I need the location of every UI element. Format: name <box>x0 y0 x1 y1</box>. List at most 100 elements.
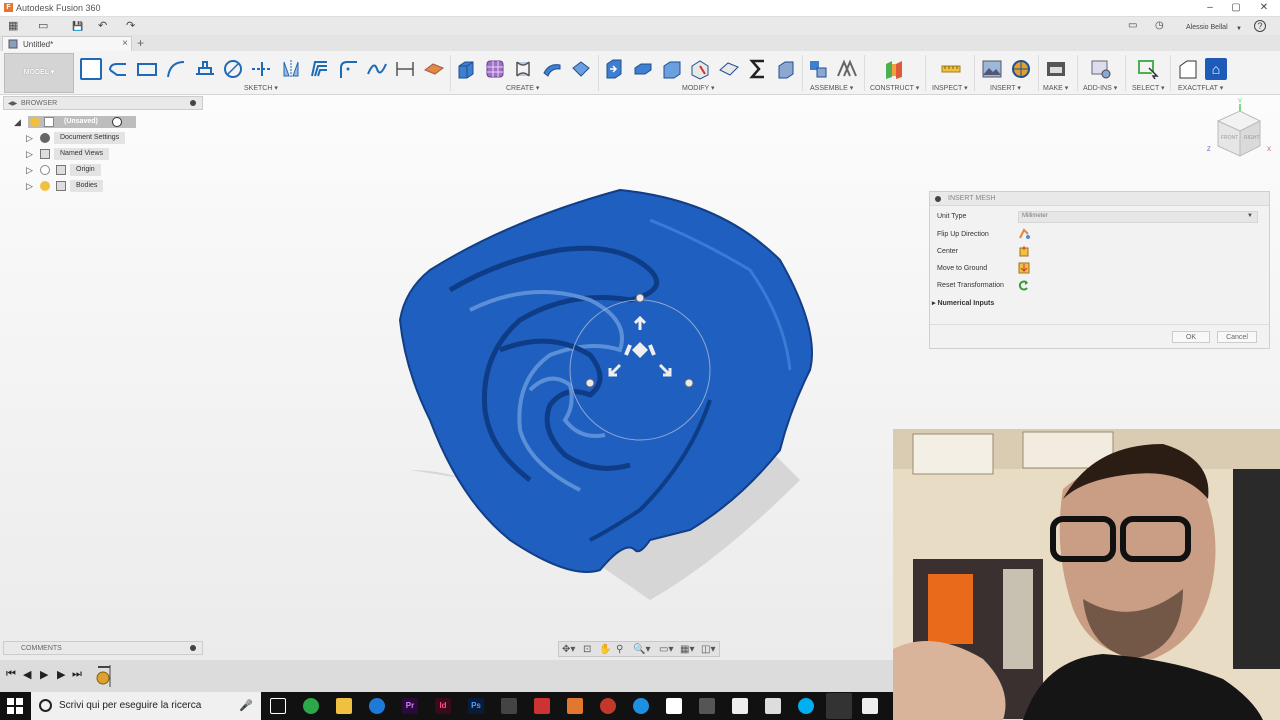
assemble-group-label[interactable]: ASSEMBLE ▾ <box>810 84 853 92</box>
numerical-inputs-toggle[interactable]: ▸ Numerical Inputs <box>932 299 994 307</box>
premiere-icon[interactable]: Pr <box>402 698 418 714</box>
look-at-icon[interactable]: ⊡ <box>583 644 591 656</box>
dialog-collapse-icon[interactable] <box>935 196 941 202</box>
loft-icon[interactable] <box>570 58 592 80</box>
polygon-tool-icon[interactable] <box>194 58 216 80</box>
activate-radio-icon[interactable] <box>112 117 122 127</box>
browser-panel-header[interactable]: ◀▶ BROWSER <box>3 96 203 110</box>
browser-item-named-views[interactable]: ▷ Named Views <box>26 148 136 160</box>
browser-root-node[interactable]: ◢ (Unsaved) <box>14 116 136 128</box>
collapse-arrow-icon[interactable]: ◢ <box>14 116 21 128</box>
3d-print-icon[interactable] <box>1045 58 1067 80</box>
create-group-label[interactable]: CREATE ▾ <box>506 84 539 92</box>
measure-icon[interactable] <box>940 58 962 80</box>
data-panel-grid-icon[interactable]: ▦ <box>8 19 18 33</box>
help-icon[interactable]: ? <box>1254 20 1266 32</box>
lightbulb-icon[interactable] <box>30 117 40 127</box>
camera-icon[interactable] <box>666 698 682 714</box>
insert-group-label[interactable]: INSERT ▾ <box>990 84 1021 92</box>
construct-group-label[interactable]: CONSTRUCT ▾ <box>870 84 919 92</box>
new-tab-button[interactable]: + <box>137 36 144 50</box>
rectangle-tool-icon[interactable] <box>136 58 158 80</box>
app-icon[interactable] <box>633 698 649 714</box>
indesign-icon[interactable]: Id <box>435 698 451 714</box>
redo-icon[interactable]: ↷ <box>126 19 135 33</box>
zoom-icon[interactable]: ⚲ <box>616 644 623 656</box>
scale-icon[interactable] <box>775 58 797 80</box>
move-to-ground-button[interactable] <box>1018 262 1030 274</box>
mirror-tool-icon[interactable] <box>280 58 302 80</box>
select-icon[interactable] <box>1137 58 1159 80</box>
arc-tool-icon[interactable] <box>165 58 187 80</box>
addins-group-label[interactable]: ADD-INS ▾ <box>1083 84 1117 92</box>
sweep-icon[interactable] <box>541 58 563 80</box>
new-component-icon[interactable] <box>807 58 829 80</box>
stop-sketch-icon[interactable] <box>423 58 445 80</box>
modify-group-label[interactable]: MODIFY ▾ <box>682 84 715 92</box>
browser-item-bodies[interactable]: ▷ Bodies <box>26 180 136 192</box>
lightbulb-icon[interactable] <box>40 181 50 191</box>
chrome-icon[interactable] <box>303 698 319 714</box>
flip-up-direction-button[interactable] <box>1018 228 1030 240</box>
file-menu-icon[interactable]: ▭ <box>38 19 48 33</box>
fillet-icon[interactable] <box>632 58 654 80</box>
save-icon[interactable]: 💾 <box>72 19 83 33</box>
maximize-button[interactable]: ▢ <box>1226 1 1246 15</box>
pan-hand-icon[interactable]: ✋ <box>599 644 611 656</box>
orbit-icon[interactable]: ✥▾ <box>562 644 575 656</box>
app-icon[interactable] <box>369 698 385 714</box>
imported-mesh-body[interactable] <box>390 180 830 620</box>
microphone-icon[interactable]: 🎤 <box>239 699 253 712</box>
mail-icon[interactable] <box>732 698 748 714</box>
gizmo-rotate-handle[interactable] <box>585 378 595 388</box>
timeline-first-button[interactable]: ⏮ <box>6 668 16 681</box>
gizmo-rotate-handle[interactable] <box>684 378 694 388</box>
cancel-button[interactable]: Cancel <box>1217 331 1257 343</box>
make-group-label[interactable]: MAKE ▾ <box>1043 84 1068 92</box>
user-chevron-down-icon[interactable]: ▼ <box>1236 22 1242 36</box>
dimension-tool-icon[interactable] <box>394 58 416 80</box>
extrude-icon[interactable] <box>455 58 477 80</box>
gizmo-rotate-handle[interactable] <box>635 293 645 303</box>
timeline-next-button[interactable]: ▶ <box>57 668 65 681</box>
revolve-icon[interactable] <box>512 58 534 80</box>
viewports-icon[interactable]: ◫▾ <box>701 644 715 656</box>
fusion-360-taskbar-icon[interactable] <box>567 698 583 714</box>
exactflat-home-icon[interactable]: ⌂ <box>1205 58 1227 80</box>
expand-arrow-icon[interactable]: ▷ <box>26 132 33 144</box>
line-tool-icon[interactable] <box>107 58 129 80</box>
obs-icon[interactable] <box>826 693 852 719</box>
form-sculpt-icon[interactable] <box>484 58 506 80</box>
fit-zoom-icon[interactable]: 🔍▾ <box>633 644 650 656</box>
app-icon[interactable] <box>765 698 781 714</box>
view-cube[interactable]: FRONT RIGHT Y Z X <box>1205 96 1275 166</box>
notification-icon[interactable]: ▭ <box>1128 19 1137 33</box>
job-status-clock-icon[interactable]: ◷ <box>1155 19 1164 33</box>
calculator-icon[interactable] <box>501 698 517 714</box>
chamfer-icon[interactable] <box>661 58 683 80</box>
dialog-header[interactable]: INSERT MESH <box>930 192 1269 206</box>
browser-item-document-settings[interactable]: ▷ Document Settings <box>26 132 136 144</box>
minimize-button[interactable]: – <box>1200 1 1220 15</box>
file-explorer-icon[interactable] <box>336 698 352 714</box>
windows-start-icon[interactable] <box>7 698 23 714</box>
display-settings-icon[interactable]: ▭▾ <box>659 644 673 656</box>
select-group-label[interactable]: SELECT ▾ <box>1132 84 1165 92</box>
create-sketch-icon[interactable] <box>80 58 102 80</box>
task-view-icon[interactable] <box>270 698 286 714</box>
fillet-sketch-icon[interactable] <box>337 58 359 80</box>
shell-icon[interactable] <box>689 58 711 80</box>
expand-arrow-icon[interactable]: ▷ <box>26 148 33 160</box>
joint-icon[interactable] <box>836 58 858 80</box>
timeline-last-button[interactable]: ⏭ <box>72 668 82 681</box>
insert-mesh-icon[interactable] <box>1010 58 1032 80</box>
ok-button[interactable]: OK <box>1172 331 1210 343</box>
document-tab[interactable]: Untitled* × <box>2 36 132 51</box>
undo-icon[interactable]: ↶ <box>98 19 107 33</box>
user-account-menu[interactable]: Alessio Bellal <box>1186 21 1228 35</box>
workspace-switcher-button[interactable]: MODEL ▾ <box>4 53 74 93</box>
timeline-play-button[interactable]: ▶ <box>40 668 48 681</box>
app-icon[interactable] <box>862 698 878 714</box>
lightbulb-off-icon[interactable] <box>40 165 50 175</box>
app-icon[interactable] <box>534 698 550 714</box>
